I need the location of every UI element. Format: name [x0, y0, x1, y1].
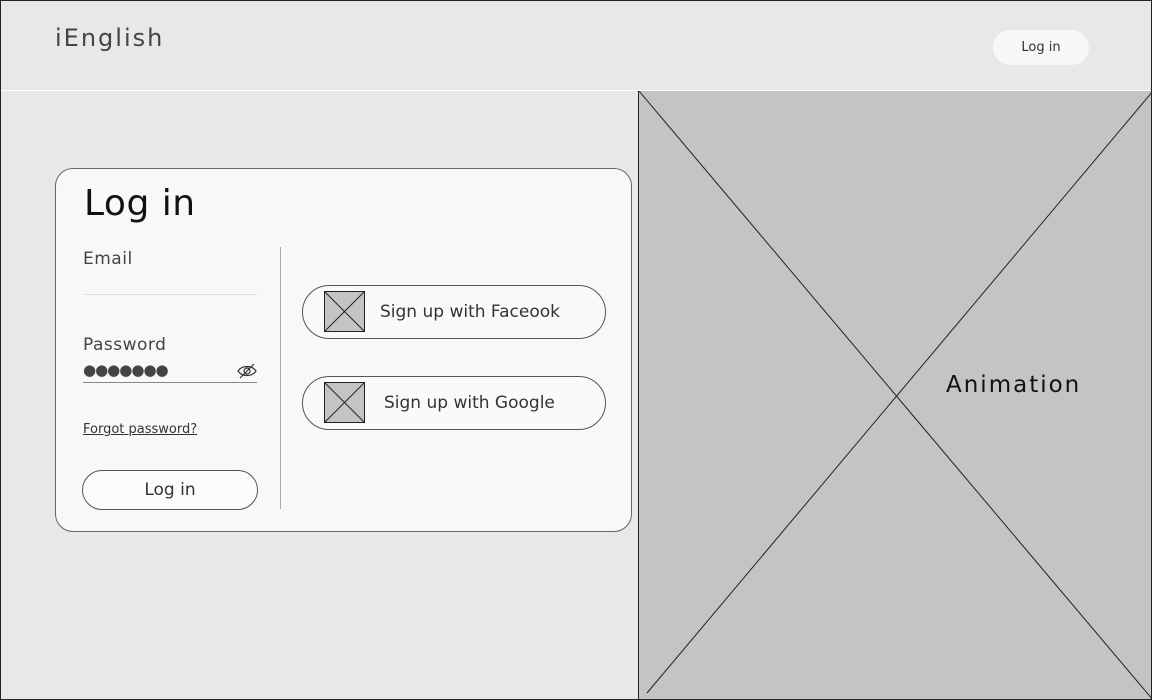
facebook-signup-label: Sign up with Faceook — [380, 302, 561, 322]
password-field[interactable]: ●●●●●●● — [83, 361, 233, 379]
header-login-button[interactable]: Log in — [993, 30, 1089, 65]
eye-slash-icon[interactable] — [237, 363, 257, 379]
animation-placeholder: Animation — [638, 91, 1152, 700]
page-title: Log in — [84, 183, 196, 224]
vertical-divider — [280, 247, 281, 509]
top-bar: iEnglish Log in — [0, 0, 1152, 91]
password-underline — [83, 382, 257, 383]
google-signup-label: Sign up with Google — [384, 393, 555, 413]
email-label: Email — [83, 249, 133, 269]
image-placeholder-icon — [324, 382, 365, 423]
email-field[interactable] — [83, 294, 257, 295]
password-label: Password — [83, 335, 167, 355]
login-submit-button[interactable]: Log in — [82, 470, 258, 510]
forgot-password-link[interactable]: Forgot password? — [83, 422, 197, 437]
login-card: Log in Email Password ●●●●●●● Forgot pas… — [55, 168, 632, 532]
animation-label: Animation — [946, 372, 1082, 398]
image-placeholder-icon — [324, 291, 365, 332]
facebook-signup-button[interactable]: Sign up with Faceook — [302, 285, 606, 339]
google-signup-button[interactable]: Sign up with Google — [302, 376, 606, 430]
logo: iEnglish — [55, 24, 165, 52]
